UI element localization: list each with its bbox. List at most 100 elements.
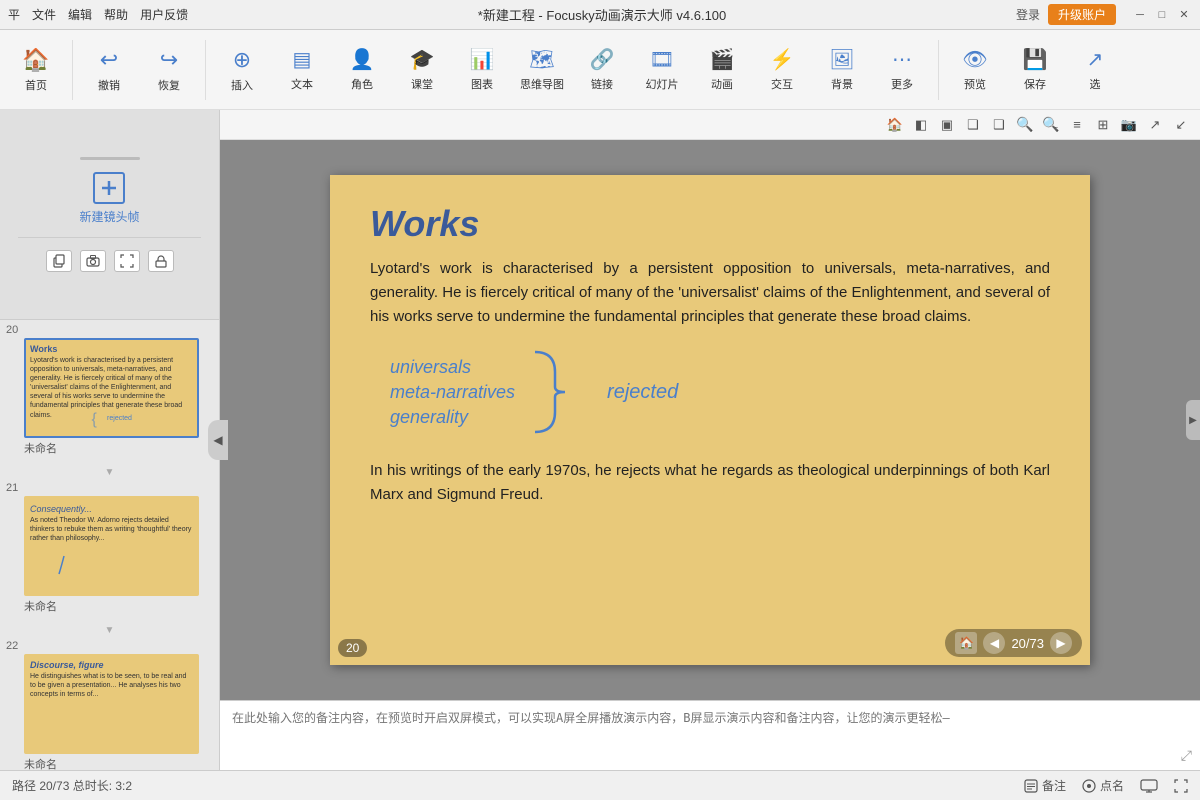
new-frame-button[interactable]: 新建镜头帧 xyxy=(79,172,139,225)
toolbar-preview-label: 预览 xyxy=(964,76,986,92)
statusbar: 路径 20/73 总时长: 3:2 备注 点名 xyxy=(0,770,1200,800)
redo-icon: ↪ xyxy=(160,47,178,73)
slide-name-22: 未命名 xyxy=(4,756,57,770)
window-title: *新建工程 - Focusky动画演示大师 v4.6.100 xyxy=(188,5,1016,24)
view-full-button[interactable]: ▣ xyxy=(936,114,958,136)
slide-body: Lyotard's work is characterised by a per… xyxy=(330,257,1090,329)
view-left-button[interactable]: ◧ xyxy=(910,114,932,136)
toolbar-bg[interactable]: 🖼 背景 xyxy=(814,35,870,105)
close-button[interactable]: ✕ xyxy=(1176,7,1192,23)
sep-line-1: ▼ xyxy=(105,467,115,478)
notes-input[interactable] xyxy=(232,709,1188,762)
toolbar-role-label: 角色 xyxy=(351,76,373,92)
mindmap-icon: 🗺 xyxy=(529,47,554,72)
copy-frame-button[interactable] xyxy=(46,250,72,272)
new-frame-area: 新建镜头帧 xyxy=(0,110,219,320)
slide-sep-2: ▼ xyxy=(4,620,215,640)
toolbar-undo[interactable]: ↩ 撤销 xyxy=(81,35,137,105)
toolbar-mindmap[interactable]: 🗺 思维导图 xyxy=(514,35,570,105)
toolbar-animate[interactable]: 🎬 动画 xyxy=(694,35,750,105)
slide-thumbnail-22[interactable]: Discourse, figure He distinguishes what … xyxy=(24,654,199,754)
undo-icon: ↩ xyxy=(100,47,118,73)
slide-thumbnail-21[interactable]: Consequently... As noted Theodor W. Ador… xyxy=(24,496,199,596)
toolbar-more-label: 更多 xyxy=(891,76,913,92)
toolbar-class-label: 课堂 xyxy=(411,76,433,92)
slide-canvas: Works Lyotard's work is characterised by… xyxy=(330,175,1090,665)
slide-number-20: 20 xyxy=(4,324,18,336)
camera-button[interactable] xyxy=(80,250,106,272)
toolbar-text-label: 文本 xyxy=(291,76,313,92)
login-button[interactable]: 登录 xyxy=(1016,6,1040,23)
slide-thumb-text-21: Consequently... As noted Theodor W. Ador… xyxy=(26,498,197,543)
view-frame1-button[interactable]: ❑ xyxy=(962,114,984,136)
slide-number-21: 21 xyxy=(4,482,18,494)
monitor-button[interactable] xyxy=(1140,779,1158,793)
toolbar-redo[interactable]: ↪ 恢复 xyxy=(141,35,197,105)
view-frame2-button[interactable]: ❑ xyxy=(988,114,1010,136)
toolbar-home[interactable]: 🏠 首页 xyxy=(8,35,64,105)
lock-button[interactable] xyxy=(148,250,174,272)
toolbar-role[interactable]: 👤 角色 xyxy=(334,35,390,105)
points-label: 点名 xyxy=(1100,777,1124,794)
toolbar-more[interactable]: ⋯ 更多 xyxy=(874,35,930,105)
grid-button[interactable]: ≡ xyxy=(1066,114,1088,136)
toolbar-interact[interactable]: ⚡ 交互 xyxy=(754,35,810,105)
nav-next-button[interactable]: ▶ xyxy=(1050,632,1072,654)
home-view-button[interactable]: 🏠 xyxy=(884,114,906,136)
panel-toolbar xyxy=(46,250,174,272)
toolbar-choose[interactable]: ↗ 选 xyxy=(1067,35,1123,105)
slide-title: Works xyxy=(330,175,1090,257)
minimize-button[interactable]: ─ xyxy=(1132,7,1148,23)
toolbar-sep-3 xyxy=(938,40,939,100)
zoom-out-button[interactable]: 🔍− xyxy=(1040,114,1062,136)
upgrade-button[interactable]: 升级账户 xyxy=(1048,4,1116,25)
collapse-panel-button[interactable]: ◀ xyxy=(208,420,228,460)
concept-list: universals meta-narratives generality xyxy=(390,357,515,428)
screenshot-button[interactable]: 📷 xyxy=(1118,114,1140,136)
expand-button[interactable]: ↗ xyxy=(1144,114,1166,136)
slide-toolbar: 🏠 ◧ ▣ ❑ ❑ 🔍 🔍− ≡ ⊞ 📷 ↗ ↙ xyxy=(220,110,1200,140)
slide-canvas-area: Works Lyotard's work is characterised by… xyxy=(220,140,1200,700)
toolbar-save[interactable]: 💾 保存 xyxy=(1007,35,1063,105)
layout-button[interactable]: ⊞ xyxy=(1092,114,1114,136)
menu-help[interactable]: 帮助 xyxy=(104,6,128,23)
toolbar-class[interactable]: 🎓 课堂 xyxy=(394,35,450,105)
points-icon xyxy=(1082,779,1096,793)
menu-edit[interactable]: 编辑 xyxy=(68,6,92,23)
maximize-button[interactable]: □ xyxy=(1154,7,1170,23)
notes-icon xyxy=(1024,779,1038,793)
notes-status-button[interactable]: 备注 xyxy=(1024,777,1066,794)
notes-label: 备注 xyxy=(1042,777,1066,794)
toolbar-text[interactable]: ▤ 文本 xyxy=(274,35,330,105)
toolbar-home-label: 首页 xyxy=(25,77,47,93)
fit-button[interactable] xyxy=(114,250,140,272)
nav-home-button[interactable]: 🏠 xyxy=(955,632,977,654)
notes-expand-button[interactable]: ⤢ xyxy=(1181,747,1192,764)
toolbar-link-label: 链接 xyxy=(591,76,613,92)
toolbar-link[interactable]: 🔗 链接 xyxy=(574,35,630,105)
slide-thumb-text-22: He distinguishes what is to be seen, to … xyxy=(26,672,197,699)
main-area: 新建镜头帧 20 xyxy=(0,110,1200,770)
toolbar-interact-label: 交互 xyxy=(771,76,793,92)
toolbar-insert[interactable]: ⊕ 插入 xyxy=(214,35,270,105)
toolbar-preview[interactable]: 👁 预览 xyxy=(947,35,1003,105)
toolbar-chart[interactable]: 📊 图表 xyxy=(454,35,510,105)
slides-list: 20 Works Lyotard's work is characterised… xyxy=(0,320,219,770)
menu-feedback[interactable]: 用户反馈 xyxy=(140,6,188,23)
slide-item-22: 22 Discourse, figure He distinguishes wh… xyxy=(4,640,215,770)
fullscreen-button[interactable] xyxy=(1174,779,1188,793)
compress-button[interactable]: ↙ xyxy=(1170,114,1192,136)
slide-thumb-title-22: Discourse, figure xyxy=(26,656,197,672)
slide-item-21: 21 Consequently... As noted Theodor W. A… xyxy=(4,482,215,614)
menu-file[interactable]: 文件 xyxy=(32,6,56,23)
save-icon: 💾 xyxy=(1023,47,1048,72)
zoom-in-button[interactable]: 🔍 xyxy=(1014,114,1036,136)
right-collapse-button[interactable]: ▶ xyxy=(1186,400,1200,440)
nav-prev-button[interactable]: ◀ xyxy=(983,632,1005,654)
titlebar: 平 文件 编辑 帮助 用户反馈 *新建工程 - Focusky动画演示大师 v4… xyxy=(0,0,1200,30)
slide-bottom-text: In his writings of the early 1970s, he r… xyxy=(330,455,1090,511)
slide-thumbnail-20[interactable]: Works Lyotard's work is characterised by… xyxy=(24,338,199,438)
points-status-button[interactable]: 点名 xyxy=(1082,777,1124,794)
toolbar-slide[interactable]: 🎞 幻灯片 xyxy=(634,35,690,105)
slide-concepts-area: universals meta-narratives generality re… xyxy=(330,329,1090,455)
